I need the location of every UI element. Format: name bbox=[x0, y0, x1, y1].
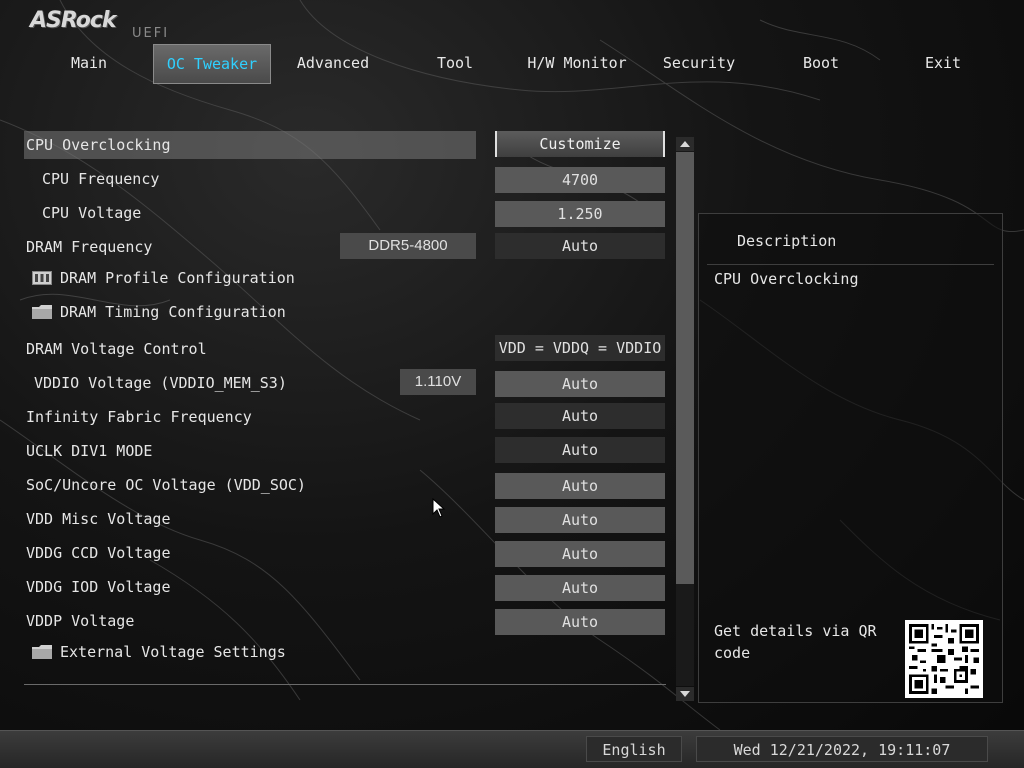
folder-icon bbox=[32, 645, 52, 659]
infinity-fabric-frequency-value[interactable]: Auto bbox=[495, 403, 665, 429]
setting-label: DRAM Frequency bbox=[26, 238, 153, 256]
setting-label: VDDG IOD Voltage bbox=[26, 578, 171, 596]
cpu-frequency-value[interactable]: 4700 bbox=[495, 167, 665, 193]
setting-label: VDDIO Voltage (VDDIO_MEM_S3) bbox=[34, 374, 287, 392]
vddg-ccd-voltage-value[interactable]: Auto bbox=[495, 541, 665, 567]
memory-module-icon bbox=[32, 271, 52, 285]
asrock-logo: ASRock bbox=[30, 8, 117, 33]
setting-label: DRAM Profile Configuration bbox=[60, 269, 295, 287]
setting-label: CPU Frequency bbox=[42, 170, 160, 188]
setting-vddp-voltage[interactable]: VDDP Voltage bbox=[24, 607, 476, 635]
description-title: Description bbox=[737, 232, 837, 250]
setting-label: UCLK DIV1 MODE bbox=[26, 442, 153, 460]
setting-soc-uncore-oc-voltage[interactable]: SoC/Uncore OC Voltage (VDD_SOC) bbox=[24, 471, 476, 499]
tab-advanced[interactable]: Advanced bbox=[274, 44, 392, 84]
dram-frequency-value[interactable]: Auto bbox=[495, 233, 665, 259]
vddio-voltage-value[interactable]: Auto bbox=[495, 371, 665, 397]
list-divider bbox=[24, 684, 666, 685]
scrollbar-thumb[interactable] bbox=[676, 152, 694, 584]
arrow-up-icon bbox=[680, 141, 690, 147]
setting-dram-timing-configuration[interactable]: DRAM Timing Configuration bbox=[24, 298, 476, 326]
scroll-up-button[interactable] bbox=[676, 137, 694, 151]
setting-dram-voltage-control[interactable]: DRAM Voltage Control bbox=[24, 335, 476, 363]
setting-label: VDDG CCD Voltage bbox=[26, 544, 171, 562]
mouse-cursor-icon bbox=[432, 498, 446, 518]
arrow-down-icon bbox=[680, 691, 690, 697]
cpu-voltage-value[interactable]: 1.250 bbox=[495, 201, 665, 227]
setting-vdd-misc-voltage[interactable]: VDD Misc Voltage bbox=[24, 505, 476, 533]
description-divider bbox=[707, 264, 994, 265]
setting-uclk-div1-mode[interactable]: UCLK DIV1 MODE bbox=[24, 437, 476, 465]
setting-label: CPU Overclocking bbox=[26, 136, 171, 154]
setting-external-voltage-settings[interactable]: External Voltage Settings bbox=[24, 638, 476, 666]
setting-cpu-overclocking[interactable]: CPU Overclocking bbox=[24, 131, 476, 159]
qr-details-text: Get details via QR code bbox=[714, 622, 877, 662]
tab-main[interactable]: Main bbox=[30, 44, 148, 84]
setting-dram-profile-configuration[interactable]: DRAM Profile Configuration bbox=[24, 264, 476, 292]
main-tab-bar: Main OC Tweaker Advanced Tool H/W Monito… bbox=[30, 44, 990, 84]
setting-label: DRAM Voltage Control bbox=[26, 340, 207, 358]
vddio-voltage-current: 1.110V bbox=[400, 369, 476, 395]
setting-label: VDD Misc Voltage bbox=[26, 510, 171, 528]
setting-label: CPU Voltage bbox=[42, 204, 142, 222]
setting-label: DRAM Timing Configuration bbox=[60, 303, 286, 321]
setting-infinity-fabric-frequency[interactable]: Infinity Fabric Frequency bbox=[24, 403, 476, 431]
folder-icon bbox=[32, 305, 52, 319]
soc-uncore-oc-voltage-value[interactable]: Auto bbox=[495, 473, 665, 499]
setting-vddg-iod-voltage[interactable]: VDDG IOD Voltage bbox=[24, 573, 476, 601]
setting-label: VDDP Voltage bbox=[26, 612, 135, 630]
scroll-down-button[interactable] bbox=[676, 687, 694, 701]
vddp-voltage-value[interactable]: Auto bbox=[495, 609, 665, 635]
setting-cpu-voltage[interactable]: CPU Voltage bbox=[24, 199, 476, 227]
tab-tool[interactable]: Tool bbox=[396, 44, 514, 84]
vddg-iod-voltage-value[interactable]: Auto bbox=[495, 575, 665, 601]
vdd-misc-voltage-value[interactable]: Auto bbox=[495, 507, 665, 533]
date-time-display[interactable]: Wed 12/21/2022, 19:11:07 bbox=[696, 736, 988, 762]
dram-frequency-current: DDR5-4800 bbox=[340, 233, 476, 259]
tab-hw-monitor[interactable]: H/W Monitor bbox=[518, 44, 636, 84]
qr-code-icon bbox=[905, 620, 983, 698]
description-panel: Description CPU Overclocking Get details… bbox=[698, 213, 1003, 703]
tab-security[interactable]: Security bbox=[640, 44, 758, 84]
cpu-overclocking-value[interactable]: Customize bbox=[495, 131, 665, 157]
language-selector[interactable]: English bbox=[586, 736, 682, 762]
setting-vddg-ccd-voltage[interactable]: VDDG CCD Voltage bbox=[24, 539, 476, 567]
description-text: CPU Overclocking bbox=[714, 270, 859, 288]
uclk-div1-mode-value[interactable]: Auto bbox=[495, 437, 665, 463]
setting-label: External Voltage Settings bbox=[60, 643, 286, 661]
setting-label: Infinity Fabric Frequency bbox=[26, 408, 252, 426]
tab-oc-tweaker[interactable]: OC Tweaker bbox=[153, 44, 271, 84]
uefi-label: UEFI bbox=[132, 26, 170, 41]
tab-exit[interactable]: Exit bbox=[884, 44, 1002, 84]
setting-cpu-frequency[interactable]: CPU Frequency bbox=[24, 165, 476, 193]
tab-boot[interactable]: Boot bbox=[762, 44, 880, 84]
setting-label: SoC/Uncore OC Voltage (VDD_SOC) bbox=[26, 476, 306, 494]
dram-voltage-control-value[interactable]: VDD = VDDQ = VDDIO bbox=[495, 335, 665, 361]
